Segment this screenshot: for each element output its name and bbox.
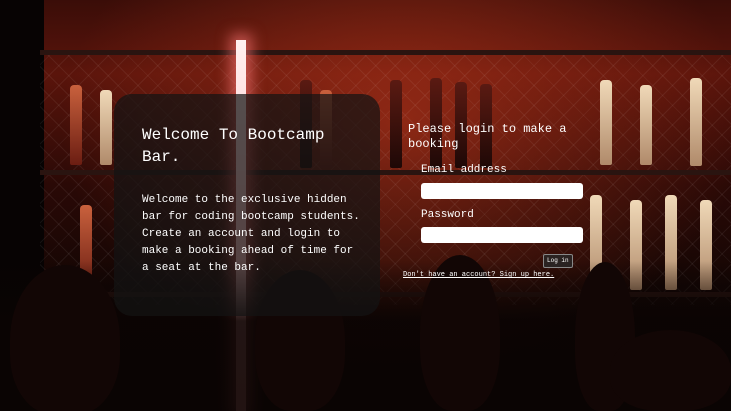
background-person	[10, 265, 120, 411]
login-heading: Please login to make a booking	[408, 122, 567, 151]
email-field[interactable]	[421, 183, 583, 199]
background-shelf	[40, 50, 731, 55]
background-bottle	[100, 90, 112, 165]
background-bottle	[600, 80, 612, 165]
login-button[interactable]: Log in	[543, 254, 573, 268]
password-field[interactable]	[421, 227, 583, 243]
password-label: Password	[421, 209, 474, 221]
background-bottle	[640, 85, 652, 165]
signup-link[interactable]: Don't have an account? Sign up here.	[403, 271, 554, 279]
background-bottle	[390, 80, 402, 168]
background-bottle	[690, 78, 702, 166]
welcome-description: Welcome to the exclusive hidden bar for …	[142, 194, 360, 274]
background-person	[610, 330, 731, 411]
email-label: Email address	[421, 164, 507, 176]
background-bottle	[70, 85, 82, 165]
welcome-card: Welcome To Bootcamp Bar. Welcome to the …	[114, 94, 380, 316]
welcome-title: Welcome To Bootcamp Bar.	[142, 126, 325, 166]
